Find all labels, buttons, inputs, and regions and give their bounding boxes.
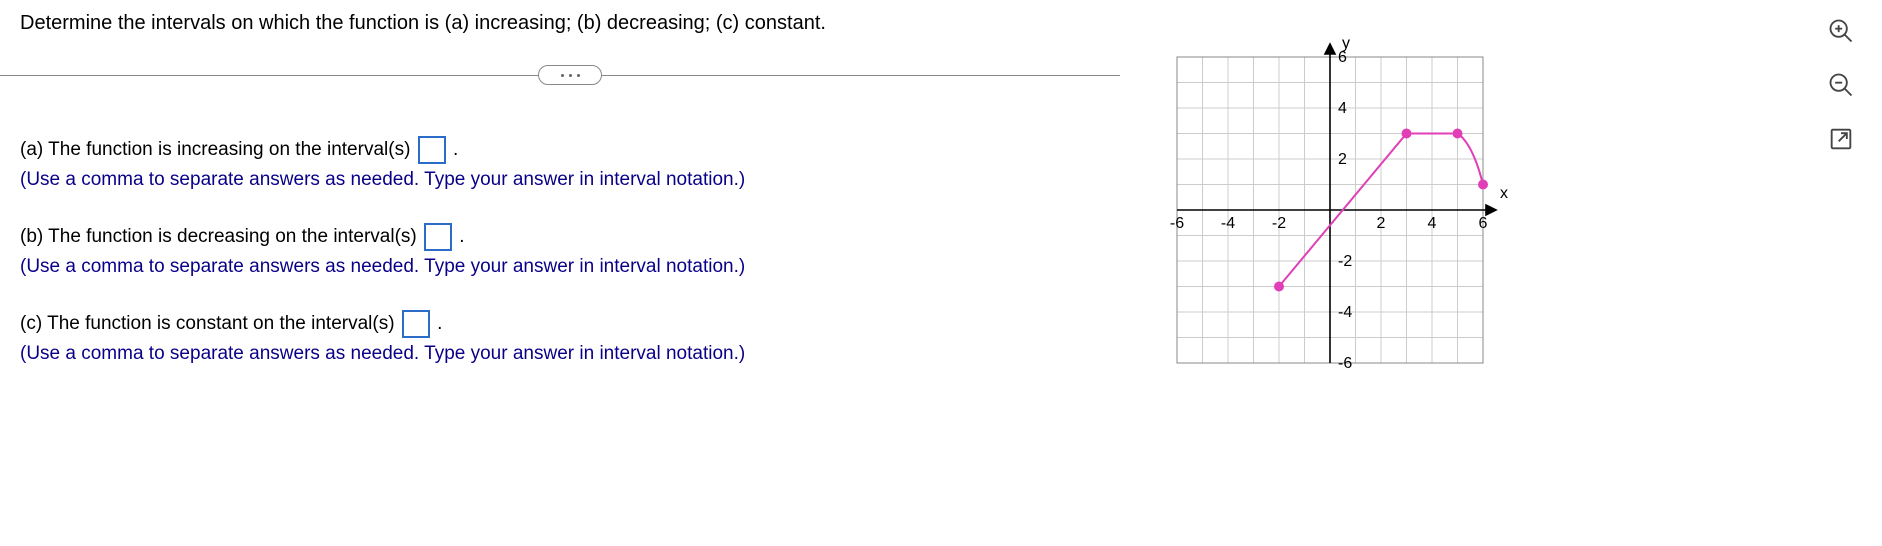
y-axis-label: y: [1342, 35, 1350, 52]
answer-input-c[interactable]: [402, 310, 430, 338]
part-c-hint: (Use a comma to separate answers as need…: [20, 339, 1120, 369]
graph: -6-4-2246-6-4-2246 y x: [1140, 20, 1520, 400]
question-text: Determine the intervals on which the fun…: [20, 12, 1120, 35]
svg-text:2: 2: [1377, 215, 1386, 232]
x-axis-label: x: [1500, 185, 1508, 202]
svg-text:6: 6: [1479, 215, 1488, 232]
zoom-in-button[interactable]: [1826, 16, 1856, 46]
part-a-text-post: .: [453, 139, 458, 160]
svg-text:-6: -6: [1170, 215, 1184, 232]
svg-text:-4: -4: [1221, 215, 1235, 232]
part-c-text-pre: (c) The function is constant on the inte…: [20, 313, 400, 334]
part-b-text-post: .: [459, 226, 464, 247]
axes: [1177, 44, 1496, 363]
zoom-out-icon: [1827, 71, 1855, 99]
open-external-button[interactable]: [1826, 124, 1856, 154]
more-button[interactable]: [538, 65, 602, 85]
svg-text:4: 4: [1428, 215, 1437, 232]
zoom-out-button[interactable]: [1826, 70, 1856, 100]
svg-text:-4: -4: [1338, 304, 1352, 321]
answer-input-a[interactable]: [418, 136, 446, 164]
svg-text:-6: -6: [1338, 355, 1352, 372]
answer-input-b[interactable]: [424, 223, 452, 251]
ellipsis-icon: [561, 74, 580, 77]
part-a-hint: (Use a comma to separate answers as need…: [20, 165, 1120, 195]
zoom-in-icon: [1827, 17, 1855, 45]
part-b-text-pre: (b) The function is decreasing on the in…: [20, 226, 422, 247]
part-c: (c) The function is constant on the inte…: [20, 309, 1120, 370]
svg-text:-2: -2: [1338, 253, 1352, 270]
graph-svg: -6-4-2246-6-4-2246 y x: [1140, 20, 1520, 400]
open-external-icon: [1827, 125, 1855, 153]
svg-text:4: 4: [1338, 100, 1347, 117]
part-a: (a) The function is increasing on the in…: [20, 135, 1120, 196]
part-b: (b) The function is decreasing on the in…: [20, 222, 1120, 283]
divider: [20, 65, 1120, 105]
svg-text:2: 2: [1338, 151, 1347, 168]
svg-text:-2: -2: [1272, 215, 1286, 232]
part-a-text-pre: (a) The function is increasing on the in…: [20, 139, 416, 160]
part-b-hint: (Use a comma to separate answers as need…: [20, 252, 1120, 282]
part-c-text-post: .: [437, 313, 442, 334]
